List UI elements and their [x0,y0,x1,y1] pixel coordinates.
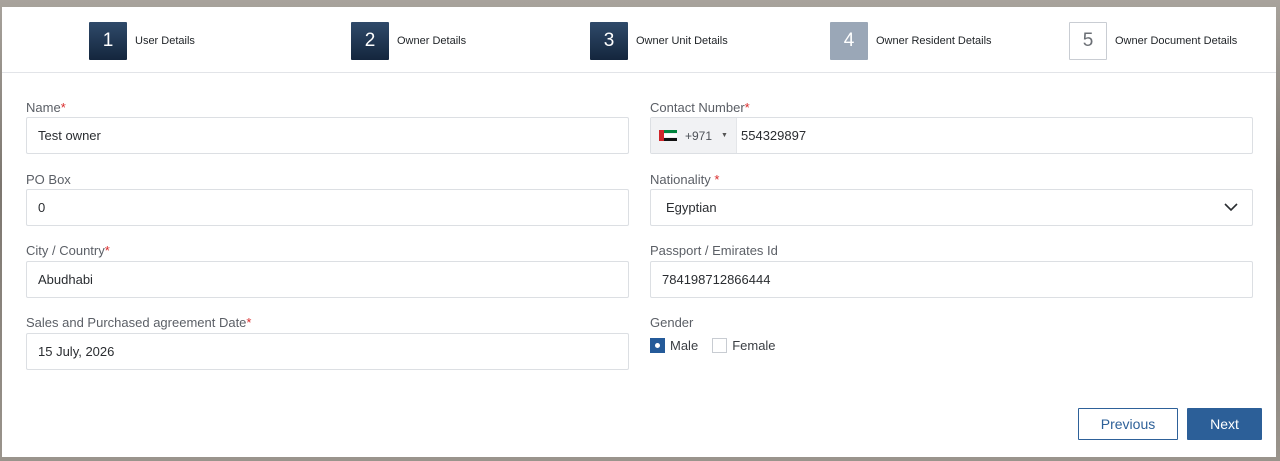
step-label: Owner Details [397,35,467,47]
agreement-date-field-label: Sales and Purchased agreement Date* [26,315,251,331]
contact-label: Contact Number [650,100,745,115]
passport-emirates-id-input[interactable]: 784198712866444 [650,261,1253,298]
name-value: Test owner [38,128,101,143]
agreement-date-input[interactable]: 15 July, 2026 [26,333,629,370]
city-label: City / Country [26,243,105,258]
gender-field-label: Gender [650,315,693,331]
step-owner-unit-details[interactable]: 3 Owner Unit Details [590,22,728,60]
name-input[interactable]: Test owner [26,117,629,154]
po-box-input[interactable]: 0 [26,189,629,226]
gender-radio-group: Male Female [650,338,790,353]
step-label: Owner Document Details [1115,35,1238,47]
contact-number-input[interactable]: +971 ▼ 554329897 [650,117,1253,154]
caret-down-icon: ▼ [721,132,728,139]
name-label: Name [26,100,61,115]
step-label: User Details [135,35,195,47]
name-field-label: Name* [26,100,66,116]
po-box-field-label: PO Box [26,172,71,188]
passport-label: Passport / Emirates Id [650,243,778,258]
gender-option-female[interactable]: Female [712,338,776,353]
step-number: 2 [351,22,389,60]
dial-code: +971 [685,128,713,143]
owner-details-modal: 1 User Details 2 Owner Details 3 Owner U… [2,7,1276,457]
gender-label: Gender [650,315,694,330]
city-country-input[interactable]: Abudhabi [26,261,629,298]
agreement-date-value: 15 July, 2026 [38,344,115,359]
step-number: 3 [590,22,628,60]
nationality-label: Nationality [650,172,711,187]
previous-button[interactable]: Previous [1078,408,1178,440]
step-label: Owner Resident Details [876,35,992,47]
step-owner-details[interactable]: 2 Owner Details [351,22,466,60]
required-marker: * [246,315,252,330]
step-owner-document-details[interactable]: 5 Owner Document Details [1069,22,1237,60]
contact-number-value: 554329897 [741,128,807,143]
gender-option-label: Male [670,338,699,353]
next-button[interactable]: Next [1187,408,1262,440]
country-code-select[interactable]: +971 ▼ [651,118,737,153]
step-number: 4 [830,22,868,60]
radio-unchecked-icon[interactable] [712,338,728,353]
city-value: Abudhabi [38,272,93,287]
step-user-details[interactable]: 1 User Details [89,22,195,60]
required-marker: * [104,243,110,258]
progress-stepper: 1 User Details 2 Owner Details 3 Owner U… [2,7,1276,73]
required-marker: * [714,172,720,187]
passport-field-label: Passport / Emirates Id [650,243,778,259]
passport-value: 784198712866444 [662,272,771,287]
nationality-select[interactable]: Egyptian [650,189,1253,226]
radio-checked-icon[interactable] [650,338,665,353]
po-box-value: 0 [38,200,46,215]
agreement-date-label: Sales and Purchased agreement Date [26,315,247,330]
gender-option-male[interactable]: Male [650,338,698,353]
nationality-value: Egyptian [666,200,717,215]
required-marker: * [744,100,750,115]
po-box-label: PO Box [26,172,71,187]
uae-flag-icon [659,130,677,141]
step-label: Owner Unit Details [636,35,728,47]
nationality-field-label: Nationality * [650,172,719,188]
gender-option-label: Female [732,338,776,353]
step-owner-resident-details[interactable]: 4 Owner Resident Details [830,22,992,60]
required-marker: * [60,100,66,115]
step-number: 1 [89,22,127,60]
step-number: 5 [1069,22,1107,60]
city-field-label: City / Country* [26,243,110,259]
chevron-down-icon [1224,203,1238,212]
contact-field-label: Contact Number* [650,100,750,116]
